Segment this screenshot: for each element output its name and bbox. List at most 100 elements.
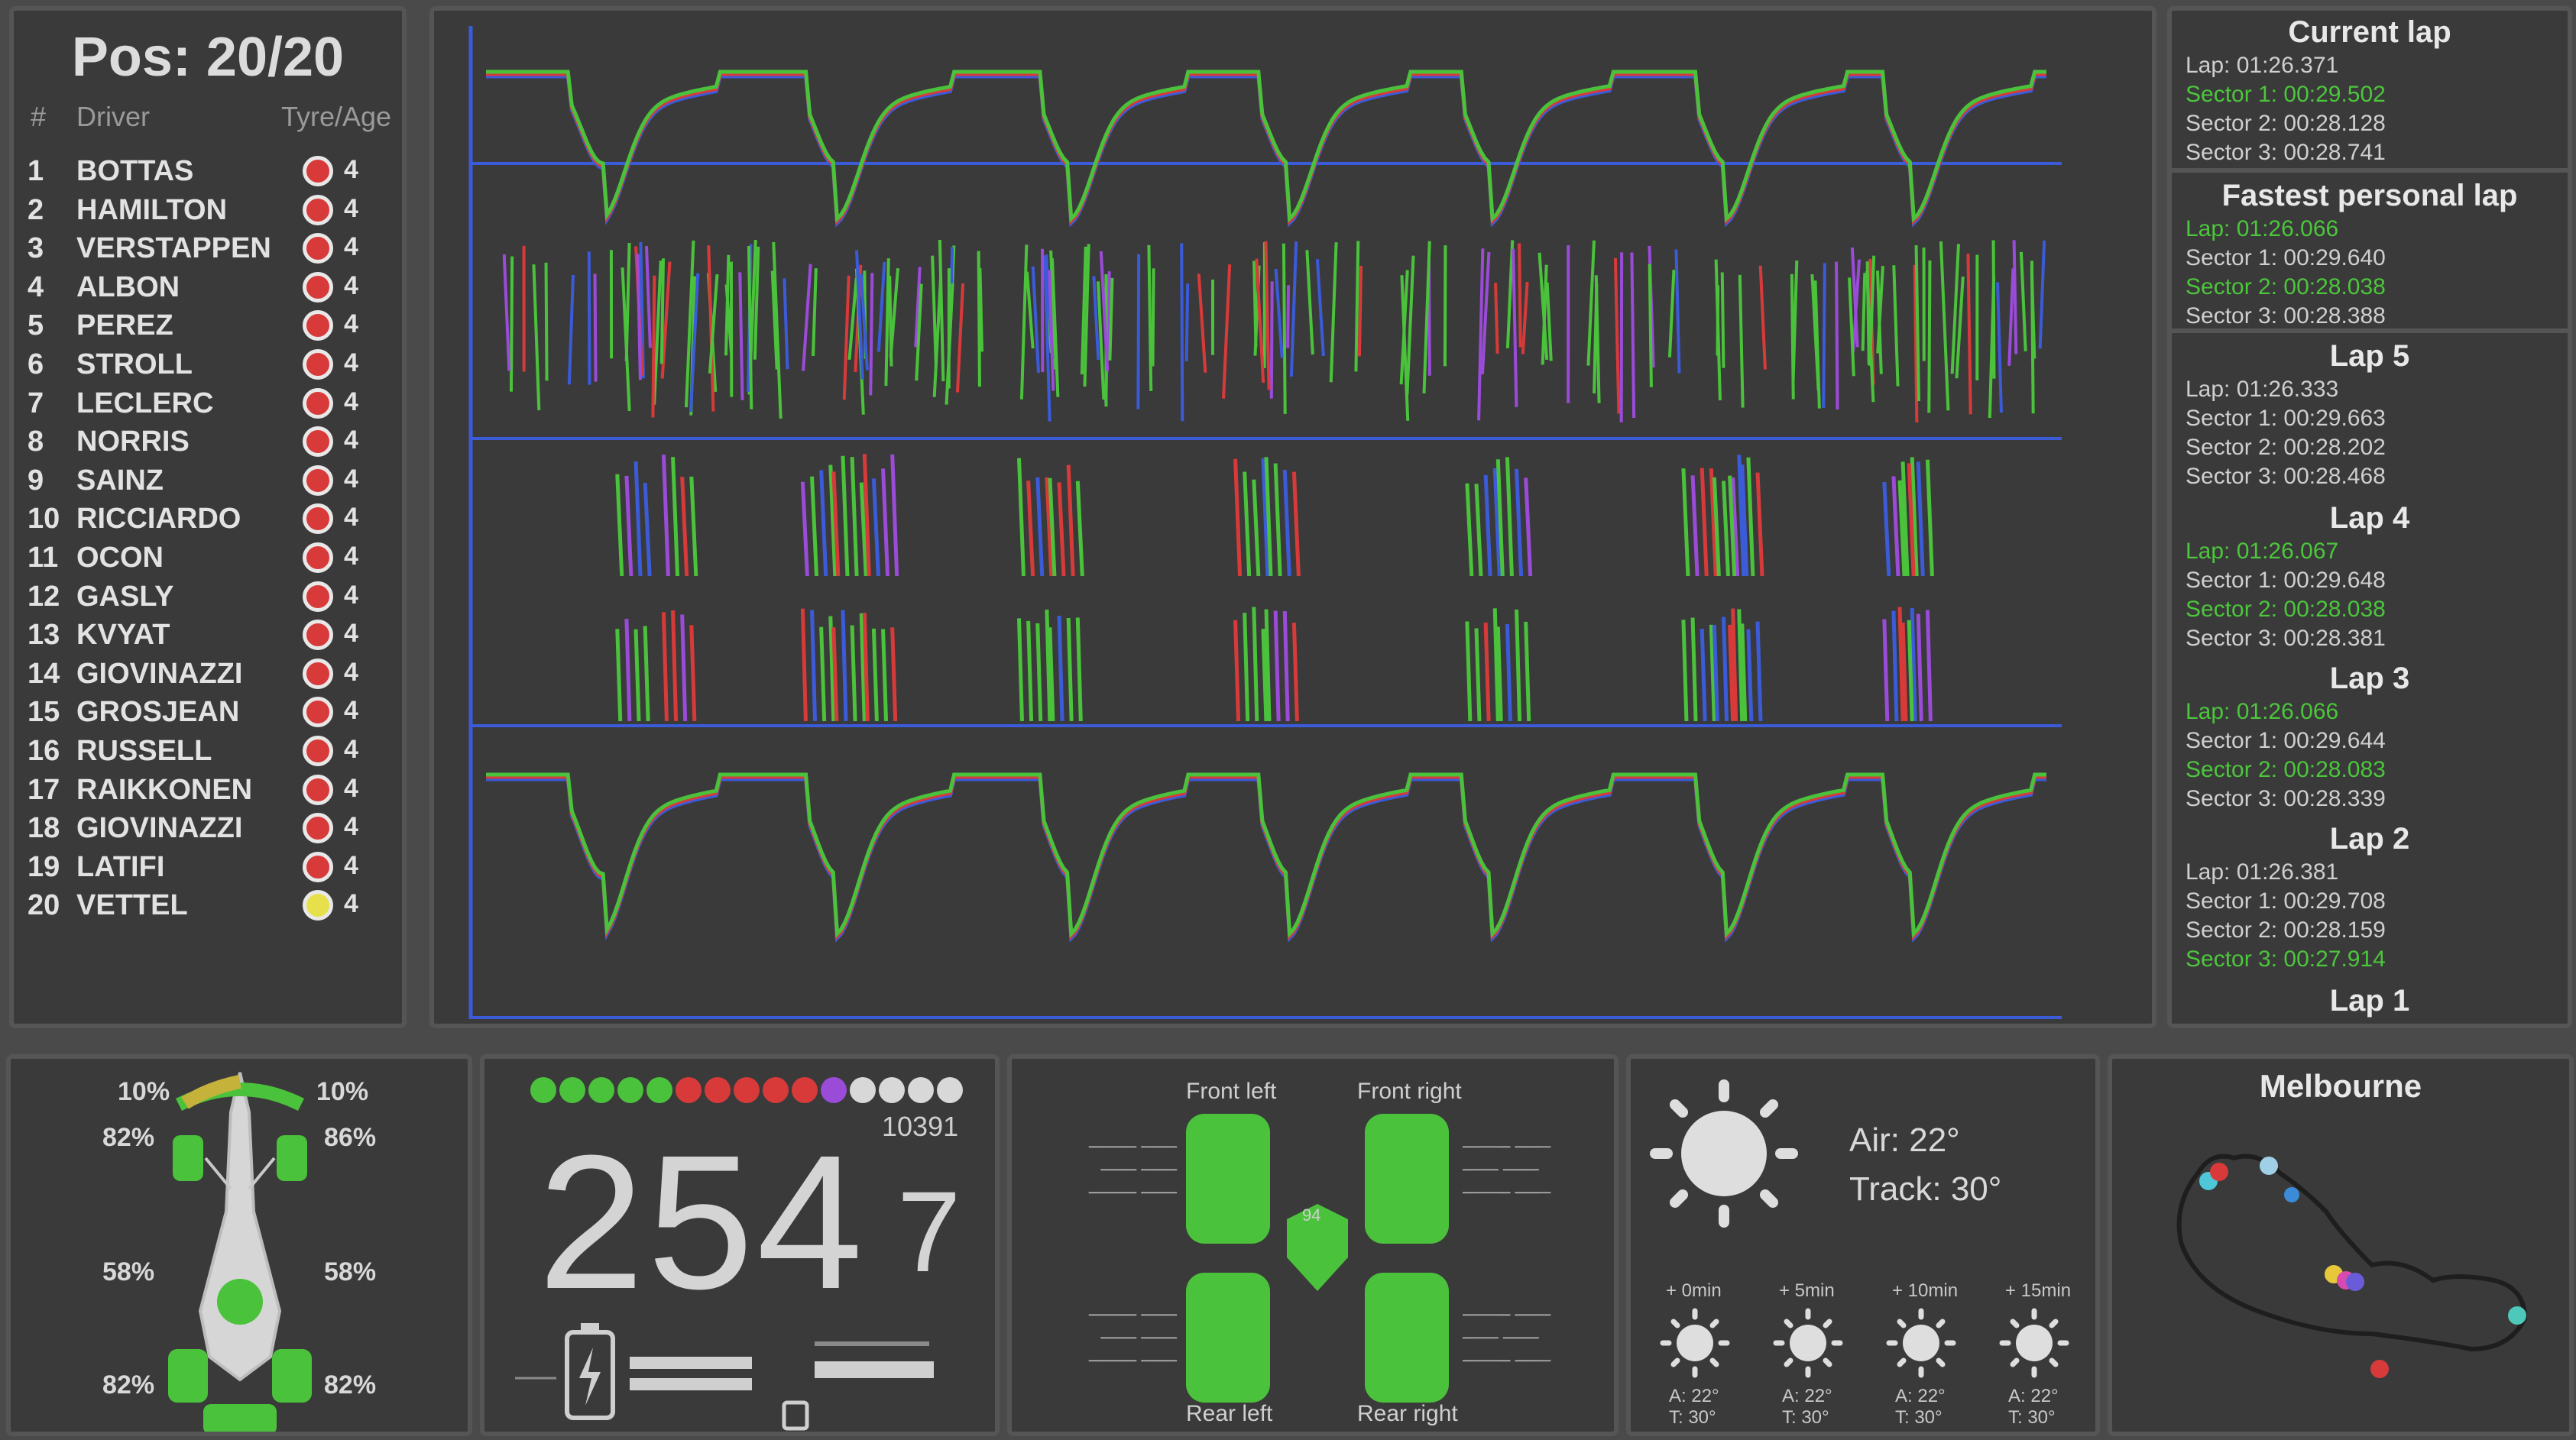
steering-trace <box>1222 264 1232 399</box>
tyre-compound-icon <box>303 542 333 573</box>
track-temp: Track: 30° <box>1849 1170 2002 1208</box>
position-number: 14 <box>28 657 60 690</box>
rev-light <box>676 1077 702 1103</box>
steering-trace <box>1147 244 1153 391</box>
position-number: 2 <box>28 193 44 226</box>
lap-line: Lap: 01:26.066 <box>2186 216 2339 241</box>
air-temp: Air: 22° <box>1849 1121 1960 1159</box>
lap-block: Lap 5 Lap: 01:26.333 Sector 1: 00:29.663 Se… <box>2172 339 2568 490</box>
forecast-sun-icon <box>1773 1308 1843 1378</box>
throttle-trace <box>1722 481 1731 577</box>
rev-light <box>879 1077 905 1103</box>
throttle-trace <box>1700 468 1709 577</box>
steering-trace <box>1790 273 1795 400</box>
tyre-fl-damage: 82% <box>102 1123 155 1152</box>
steering-trace <box>1716 285 1720 356</box>
front-wing-right-damage: 10% <box>316 1077 369 1106</box>
steering-trace <box>1594 275 1601 403</box>
lap-line: Sector 1: 00:29.640 <box>2186 245 2386 270</box>
driver-name: RUSSELL <box>76 735 212 767</box>
speed-trace <box>486 70 2046 223</box>
car-marker <box>2370 1360 2389 1378</box>
tyre-compound-icon <box>303 774 333 805</box>
driver-name: BOTTAS <box>76 155 194 187</box>
brake-trace <box>680 614 688 722</box>
tyre-age: 4 <box>344 309 358 339</box>
brake-trace <box>1722 616 1729 722</box>
brake-trace <box>1252 607 1259 722</box>
steering-trace <box>1274 268 1284 358</box>
speed-value: 254 <box>538 1115 867 1328</box>
tyre-fr-damage: 86% <box>324 1123 377 1152</box>
tyre-fl <box>1186 1114 1270 1244</box>
driver-name: LATIFI <box>76 850 165 883</box>
tyre-age: 4 <box>344 464 358 493</box>
lap-title: Lap 1 <box>2329 984 2410 1018</box>
forecast-air: A: 22° <box>1669 1386 1719 1406</box>
throttle-trace <box>1515 468 1524 577</box>
steering-trace <box>1136 254 1141 409</box>
position-row: 15 GROSJEAN 4 <box>14 692 402 730</box>
brake-trace <box>615 629 623 722</box>
rev-light <box>617 1077 643 1103</box>
rev-light <box>588 1077 614 1103</box>
speed-trace <box>486 74 2046 228</box>
lap-line: Sector 1: 00:29.663 <box>2186 406 2386 431</box>
tyre-rr-info: ──── ─── ─── ─── ──── ─── <box>1463 1305 1551 1370</box>
steering-trace <box>1357 265 1363 357</box>
tyre-age: 4 <box>344 696 358 726</box>
steering-trace <box>1315 259 1325 357</box>
position-row: 1 BOTTAS 4 <box>14 151 402 189</box>
lap-line: Lap: 01:26.067 <box>2186 539 2339 564</box>
brake-trace <box>810 610 818 722</box>
tyre-fr-info: ──── ─── ─── ─── ──── ─── <box>1463 1137 1551 1202</box>
positions-panel: Pos: 20/20 # Driver Tyre/Age 1 BOTTAS 4 2 HA… <box>9 6 407 1028</box>
steering-trace <box>1521 282 1529 354</box>
header-driver: Driver <box>76 101 150 132</box>
position-row: 6 STROLL 4 <box>14 345 402 383</box>
lap-title: Fastest personal lap <box>2221 179 2518 212</box>
steering-trace <box>1031 266 1040 374</box>
position-number: 11 <box>28 542 59 574</box>
steering-trace <box>1966 254 1972 415</box>
lap-title: Lap 4 <box>2329 501 2410 535</box>
position-row: 20 VETTEL 4 <box>14 885 402 924</box>
driver-name: GROSJEAN <box>76 696 240 729</box>
lap-line: Sector 2: 00:28.159 <box>2186 917 2386 943</box>
forecast-time: + 10min <box>1892 1280 1959 1301</box>
steering-trace <box>593 273 598 382</box>
tyre-age: 4 <box>344 773 358 803</box>
driver-name: OCON <box>76 542 164 574</box>
car-icon <box>168 1072 312 1432</box>
lap-line: Sector 2: 00:28.128 <box>2186 111 2386 136</box>
tyre-age: 4 <box>344 735 358 764</box>
brake-temp: 94 <box>1302 1205 1321 1225</box>
telemetry-graph-panel <box>429 6 2156 1028</box>
throttle-trace <box>1026 481 1035 577</box>
throttle-trace <box>1681 468 1690 577</box>
position-number: 15 <box>28 696 60 729</box>
driver-name: SAINZ <box>76 464 164 497</box>
brake-trace <box>1483 622 1491 722</box>
brake-trace <box>871 628 879 722</box>
brake-trace <box>1681 620 1689 722</box>
position-row: 14 GIOVINAZZI 4 <box>14 654 402 692</box>
lap-block: Current lap Lap: 01:26.371 Sector 1: 00:29… <box>2172 15 2568 166</box>
throttle-trace <box>800 481 809 577</box>
forecast-sun-icon <box>1660 1308 1730 1378</box>
throttle-trace <box>871 478 880 577</box>
rev-light <box>908 1077 934 1103</box>
tyre-compound-icon <box>303 890 333 921</box>
tyre-age: 4 <box>344 270 358 300</box>
speed-trace-lower <box>486 772 2046 938</box>
tyre-fr <box>1365 1114 1449 1244</box>
track-map <box>2176 1154 2528 1378</box>
throttle-trace <box>881 468 890 577</box>
brake-trace <box>819 626 827 722</box>
rev-light <box>850 1077 876 1103</box>
steering-trace <box>544 262 549 381</box>
lap-line: Lap: 01:26.066 <box>2186 699 2339 724</box>
steering-trace <box>869 273 874 396</box>
position-number: 10 <box>28 503 60 536</box>
steering-trace <box>1720 272 1725 368</box>
